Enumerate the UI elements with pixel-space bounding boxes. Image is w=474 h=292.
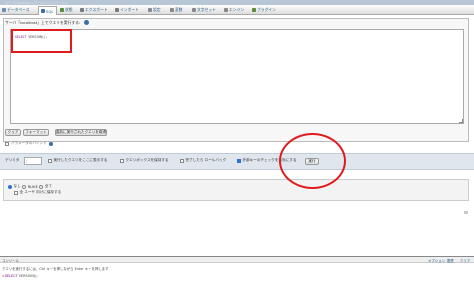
server-tab-bar: データベース SQL 状態 エクスポート インポート 設定 変数 文字セット エ… xyxy=(0,5,474,15)
bookmark-radio-group: なし RLIKE 全て xyxy=(8,184,52,189)
tab-label: SQL xyxy=(46,8,54,14)
tab-label: 文字セット xyxy=(197,7,216,12)
tab-engines[interactable]: エンジン xyxy=(224,7,244,14)
radio-all[interactable] xyxy=(39,184,44,189)
highlight-circle xyxy=(279,133,346,189)
tab-settings[interactable]: 設定 xyxy=(148,7,161,14)
radio-none[interactable] xyxy=(8,184,12,189)
tab-label: エクスポート xyxy=(85,7,108,12)
radio-rlike-label: RLIKE xyxy=(27,184,38,189)
console-hint: クエリを実行するには、Ctrl キーを押しながら Enter キーを押します xyxy=(2,267,109,271)
import-icon xyxy=(115,8,119,12)
window-title: サーバ: localhost » データベース » テーブル xyxy=(6,0,68,5)
tab-label: エンジン xyxy=(229,7,245,12)
console-options-link[interactable]: オプション xyxy=(428,258,445,263)
share-bookmark-checkbox[interactable] xyxy=(14,190,18,195)
tab-import[interactable]: インポート xyxy=(115,7,139,14)
clear-button[interactable]: クリア xyxy=(5,129,21,136)
tab-label: 状態 xyxy=(65,7,73,12)
share-bookmark-label: 全 ユーザ 向けに保存する xyxy=(19,190,62,194)
console-history-link[interactable]: 履歴 xyxy=(447,258,454,263)
tab-label: プラグイン xyxy=(257,7,276,12)
share-bookmark-option[interactable]: 全 ユーザ 向けに保存する xyxy=(14,190,61,195)
bind-parameters-label: パラメータのバインド xyxy=(11,141,47,145)
sql-query-editor[interactable] xyxy=(10,29,464,124)
highlight-rectangle xyxy=(11,29,72,53)
bind-parameters-row: パラメータのバインド xyxy=(5,141,53,146)
rollback-label: 完了したら ロールバック xyxy=(185,158,227,162)
tab-variables[interactable]: 変数 xyxy=(170,7,183,14)
bookmark-panel xyxy=(3,179,469,201)
plugin-icon xyxy=(252,8,256,12)
delimiter-input[interactable]: ; xyxy=(24,157,42,165)
delimiter-label: デリミタ xyxy=(5,158,20,162)
console-clear-link[interactable]: クリア xyxy=(460,258,470,263)
tab-label: インポート xyxy=(120,7,139,12)
tab-databases[interactable]: データベース xyxy=(2,7,30,14)
radio-all-label: 全て xyxy=(44,184,53,188)
database-icon xyxy=(2,8,6,12)
query-panel-title: サーバ「localhost」上でクエリを実行する: xyxy=(5,20,81,25)
radio-rlike[interactable] xyxy=(22,184,27,189)
console-keyword: SELECT xyxy=(4,274,18,278)
help-icon[interactable] xyxy=(48,141,53,146)
format-button[interactable]: フォーマット xyxy=(23,129,49,136)
console-title[interactable]: コンソール xyxy=(2,258,19,263)
charset-icon xyxy=(192,8,196,12)
show-query-label: 実行したクエリをここに表示する xyxy=(53,158,108,162)
show-query-option[interactable]: 実行したクエリをここに表示する xyxy=(48,158,107,163)
rollback-option[interactable]: 完了したら ロールバック xyxy=(180,158,226,163)
delimiter-value: ; xyxy=(26,159,28,163)
bind-parameters-checkbox[interactable] xyxy=(5,141,9,146)
settings-icon xyxy=(148,8,152,12)
tab-label: データベース xyxy=(7,7,30,12)
scroll-marker xyxy=(464,211,468,214)
tab-plugins[interactable]: プラグイン xyxy=(252,7,276,14)
get-last-query-button[interactable]: 直前に実行されたクエリを取得 xyxy=(55,129,107,136)
status-icon xyxy=(60,8,64,12)
sql-icon xyxy=(41,9,45,13)
console-prompt-line[interactable]: >SELECT VERSION(); xyxy=(2,274,38,278)
editor-resize-handle[interactable] xyxy=(459,119,463,123)
show-query-checkbox[interactable] xyxy=(48,158,52,163)
console-rest: VERSION(); xyxy=(17,274,38,278)
retain-box-label: クエリボックスを保持する xyxy=(125,158,169,162)
tab-status[interactable]: 状態 xyxy=(60,7,73,14)
rollback-checkbox[interactable] xyxy=(180,158,184,163)
help-icon[interactable] xyxy=(84,20,89,25)
console-header: コンソール オプション 履歴 クリア xyxy=(0,257,474,263)
tab-label: 変数 xyxy=(175,7,183,12)
variables-icon xyxy=(170,8,174,12)
tab-sql[interactable]: SQL xyxy=(38,6,57,15)
retain-box-option[interactable]: クエリボックスを保持する xyxy=(120,158,169,163)
retain-box-checkbox[interactable] xyxy=(120,158,124,163)
tab-charsets[interactable]: 文字セット xyxy=(192,7,216,14)
tab-label: 設定 xyxy=(153,7,161,12)
export-icon xyxy=(80,8,84,12)
tab-export[interactable]: エクスポート xyxy=(80,7,108,14)
radio-none-label: なし xyxy=(13,184,21,188)
engine-icon xyxy=(224,8,228,12)
fk-checks-checkbox[interactable] xyxy=(237,158,241,163)
